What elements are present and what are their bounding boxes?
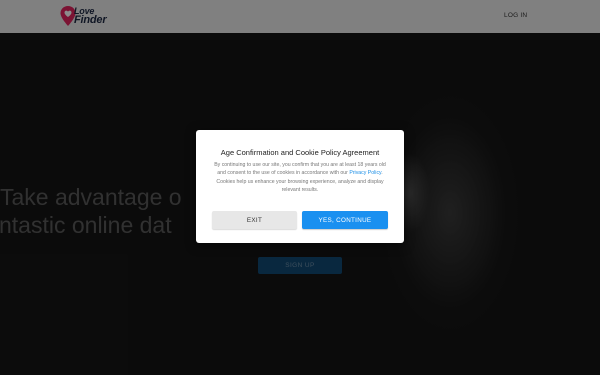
age-cookie-modal: Age Confirmation and Cookie Policy Agree… [196, 130, 404, 243]
modal-title: Age Confirmation and Cookie Policy Agree… [220, 148, 380, 157]
privacy-policy-link[interactable]: Privacy Policy [349, 170, 381, 176]
yes-continue-button[interactable]: YES, CONTINUE [302, 211, 388, 229]
exit-button[interactable]: EXIT [212, 211, 297, 229]
modal-body-text: By continuing to use our site, you confi… [210, 161, 390, 195]
